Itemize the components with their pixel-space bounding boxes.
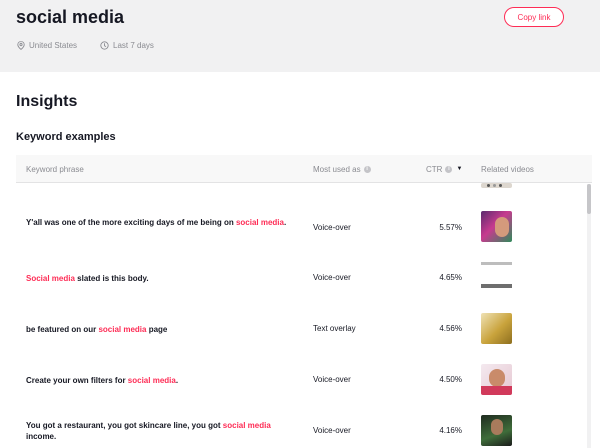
ctr-value: 4.56% xyxy=(439,324,462,333)
phrase-text: . xyxy=(283,218,287,227)
table-row[interactable]: Social media slated is this body. Voice-… xyxy=(16,252,588,303)
column-related-videos: Related videos xyxy=(481,164,534,174)
keyword-examples-heading: Keyword examples xyxy=(16,131,116,143)
keyword-highlight: social media xyxy=(222,421,271,430)
phrase-text: . xyxy=(175,376,179,385)
table-scrollbar[interactable] xyxy=(587,184,591,448)
phrase-text: be featured on our xyxy=(26,325,99,334)
info-icon[interactable]: i xyxy=(445,165,453,173)
keyword-highlight: Social media xyxy=(26,274,75,283)
scrollbar-thumb[interactable] xyxy=(587,184,591,214)
clock-icon xyxy=(100,41,109,50)
most-used-as: Voice-over xyxy=(313,426,351,435)
phrase-text: Y'all was one of the more exciting days … xyxy=(26,218,236,227)
copy-link-button[interactable]: Copy link xyxy=(504,7,564,27)
location-label: United States xyxy=(29,41,78,50)
table-row[interactable]: Y'all was one of the more exciting days … xyxy=(16,201,588,252)
page-header: social media Copy link United States Las… xyxy=(0,0,600,72)
keyword-highlight: social media xyxy=(127,376,176,385)
video-thumbnail[interactable] xyxy=(481,415,512,446)
phrase-text: page xyxy=(146,325,168,334)
location-pin-icon xyxy=(17,41,25,50)
keyword-highlight: social media xyxy=(98,325,147,334)
insights-heading: Insights xyxy=(16,93,78,110)
column-keyword-phrase: Keyword phrase xyxy=(26,164,84,174)
keyword-phrase: You got a restaurant, you got skincare l… xyxy=(26,420,288,442)
ctr-value: 4.65% xyxy=(439,273,462,282)
location-filter: United States xyxy=(17,41,77,50)
video-thumbnail[interactable] xyxy=(481,313,512,344)
keyword-highlight: social media xyxy=(235,218,284,227)
phrase-text: You got a restaurant, you got skincare l… xyxy=(26,421,223,430)
period-filter: Last 7 days xyxy=(100,41,154,50)
phrase-text: income. xyxy=(26,432,57,441)
video-thumbnail[interactable] xyxy=(481,260,512,291)
most-used-as: Voice-over xyxy=(313,273,351,282)
most-used-as: Voice-over xyxy=(313,375,351,384)
table-row[interactable]: Create your own filters for social media… xyxy=(16,354,588,405)
most-used-as: Voice-over xyxy=(313,223,351,232)
phrase-text: slated is this body. xyxy=(74,274,149,283)
video-thumbnail[interactable] xyxy=(481,183,512,188)
keyword-table: Keyword phrase Most used as i CTR i ▼ Re… xyxy=(16,155,592,448)
column-most-used-as[interactable]: Most used as i xyxy=(313,155,371,183)
keyword-phrase: Social media slated is this body. xyxy=(26,273,288,284)
page-title: social media xyxy=(16,7,125,27)
keyword-phrase: Create your own filters for social media… xyxy=(26,375,288,386)
period-label: Last 7 days xyxy=(113,41,154,50)
column-most-used-as-label: Most used as xyxy=(313,164,361,174)
ctr-value: 4.50% xyxy=(439,375,462,384)
video-thumbnail[interactable] xyxy=(481,211,512,242)
table-row[interactable]: be featured on our social media page Tex… xyxy=(16,303,588,354)
column-ctr-label: CTR xyxy=(426,164,443,174)
most-used-as: Text overlay xyxy=(313,324,356,333)
column-ctr[interactable]: CTR i ▼ xyxy=(426,155,462,183)
table-header: Keyword phrase Most used as i CTR i ▼ Re… xyxy=(16,155,592,183)
table-row[interactable]: You got a restaurant, you got skincare l… xyxy=(16,405,588,448)
ctr-value: 5.57% xyxy=(439,223,462,232)
keyword-phrase: Y'all was one of the more exciting days … xyxy=(26,217,288,228)
sort-down-icon[interactable]: ▼ xyxy=(456,166,462,172)
video-thumbnail[interactable] xyxy=(481,364,512,395)
keyword-phrase: be featured on our social media page xyxy=(26,324,288,335)
phrase-text: Create your own filters for xyxy=(26,376,128,385)
info-icon[interactable]: i xyxy=(363,165,371,173)
ctr-value: 4.16% xyxy=(439,426,462,435)
